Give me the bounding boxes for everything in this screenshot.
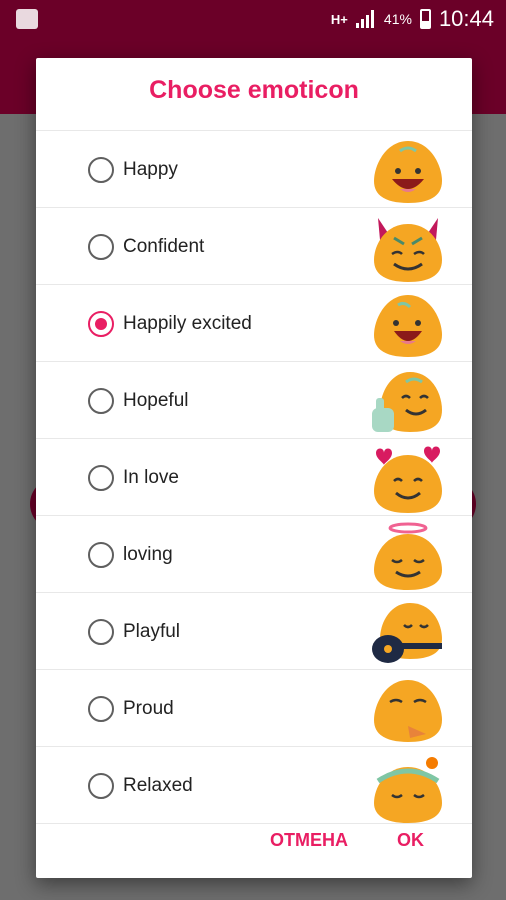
emoticon-option-happy[interactable]: Happy xyxy=(36,131,472,208)
in-love-emoji-icon xyxy=(374,446,442,513)
choose-emoticon-dialog: Choose emoticon Happy Confident Happily … xyxy=(36,58,472,878)
excited-emoji-icon xyxy=(374,295,442,357)
option-label: Proud xyxy=(123,698,174,719)
emoticon-option-in-love[interactable]: In love xyxy=(36,439,472,516)
notification-icon xyxy=(16,9,38,29)
radio-button[interactable] xyxy=(88,311,114,337)
radio-button[interactable] xyxy=(88,619,114,645)
guitar-emoji-icon xyxy=(372,603,442,663)
radio-button[interactable] xyxy=(88,388,114,414)
happy-emoji-icon xyxy=(374,141,442,203)
emoticon-option-confident[interactable]: Confident xyxy=(36,208,472,285)
ok-button[interactable]: OK xyxy=(397,830,424,851)
clock: 10:44 xyxy=(438,6,494,31)
emoticon-option-playful[interactable]: Playful xyxy=(36,593,472,670)
emoticon-option-happily-excited[interactable]: Happily excited xyxy=(36,285,472,362)
thumbs-up-emoji-icon xyxy=(372,372,442,432)
option-label: Hopeful xyxy=(123,390,189,411)
option-label: In love xyxy=(123,467,179,488)
network-type: H+ xyxy=(330,11,348,27)
radio-button[interactable] xyxy=(88,465,114,491)
option-label: Happily excited xyxy=(123,313,252,334)
emoticon-option-hopeful[interactable]: Hopeful xyxy=(36,362,472,439)
status-bar: H+ 41% 10:44 xyxy=(0,0,506,38)
proud-emoji-icon xyxy=(374,680,442,742)
dialog-actions: ОТМЕНА OK xyxy=(36,808,472,878)
option-label: Happy xyxy=(123,159,178,180)
radio-button[interactable] xyxy=(88,234,114,260)
signal-icon xyxy=(355,10,376,28)
emoticon-option-proud[interactable]: Proud xyxy=(36,670,472,747)
option-label: Playful xyxy=(123,621,181,642)
dialog-title: Choose emoticon xyxy=(149,76,359,104)
option-label: loving xyxy=(123,544,173,565)
radio-button[interactable] xyxy=(88,542,114,568)
radio-button[interactable] xyxy=(88,157,114,183)
cancel-button[interactable]: ОТМЕНА xyxy=(270,830,348,851)
option-label: Relaxed xyxy=(123,775,193,796)
option-label: Confident xyxy=(123,236,205,257)
angel-emoji-icon xyxy=(374,522,442,590)
battery-icon xyxy=(419,9,431,29)
radio-button[interactable] xyxy=(88,696,114,722)
devil-emoji-icon xyxy=(374,218,442,282)
battery-percent: 41% xyxy=(383,11,412,27)
emoticon-option-loving[interactable]: loving xyxy=(36,516,472,593)
radio-button[interactable] xyxy=(88,773,114,799)
emoticon-list[interactable]: Happy Confident Happily excited Hopeful … xyxy=(36,130,472,861)
